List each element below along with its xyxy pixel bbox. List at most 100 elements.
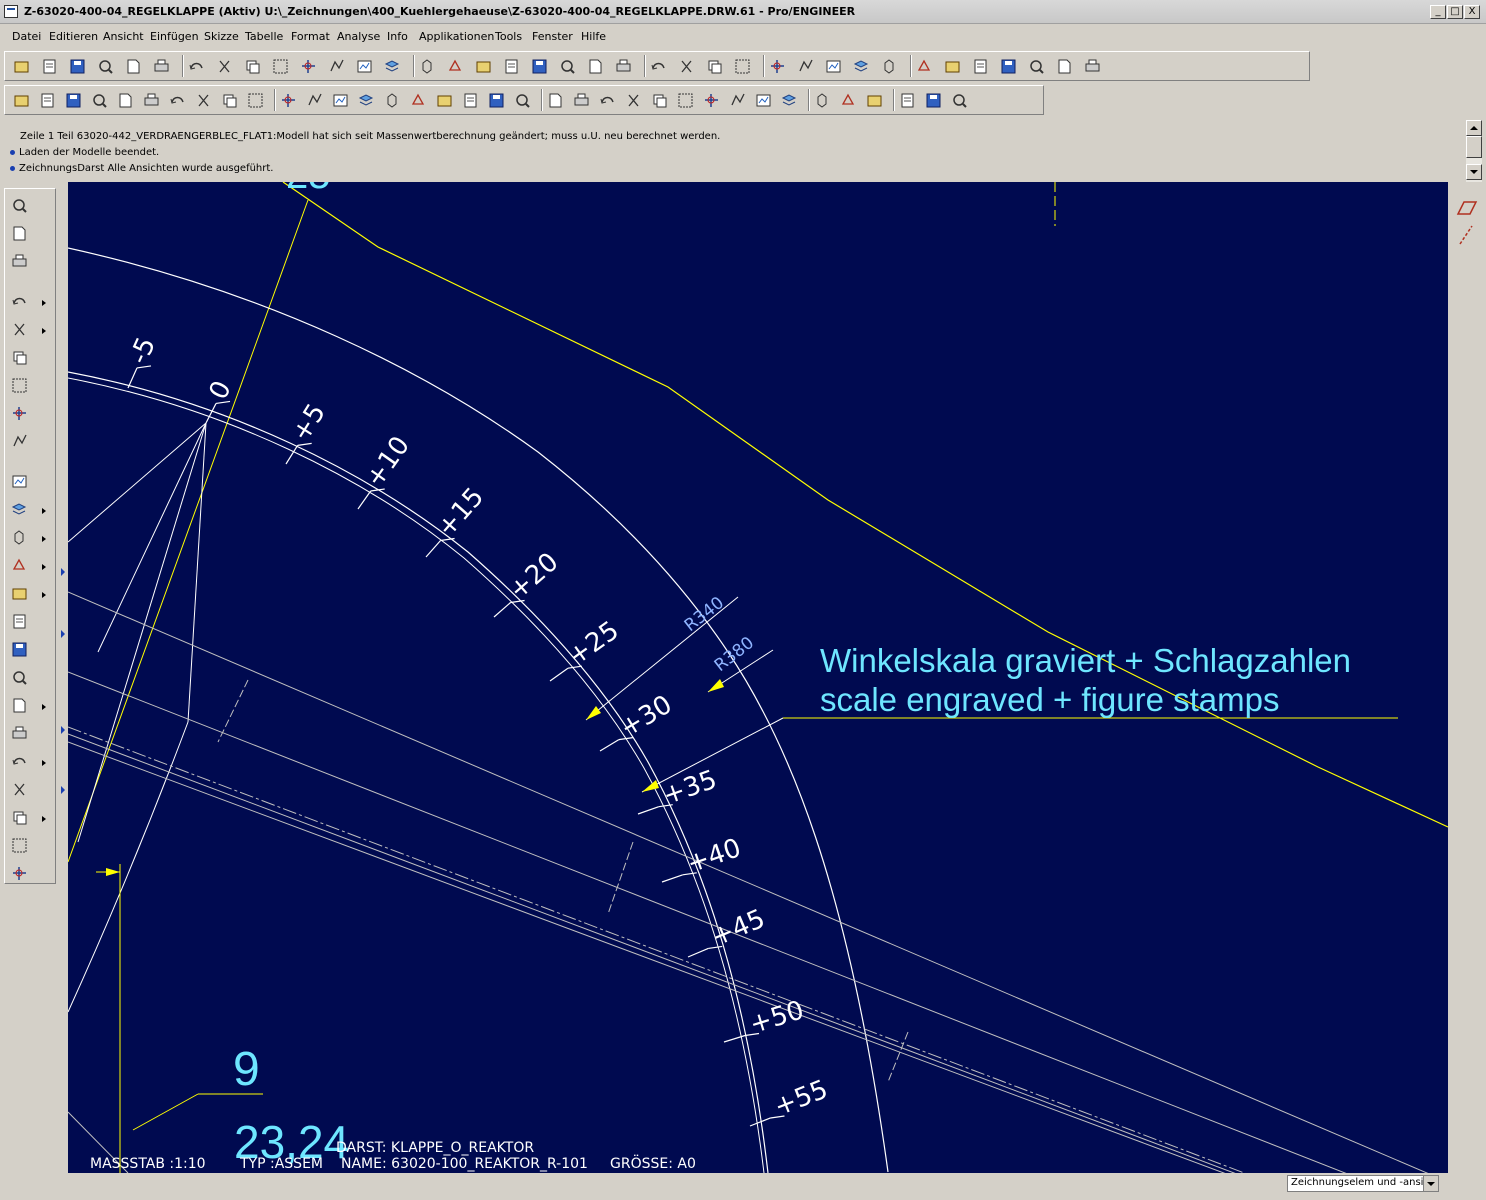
replace-icon[interactable]	[677, 92, 694, 109]
splitter-handle[interactable]	[60, 188, 68, 1174]
menu-einfuegen[interactable]: Einfügen	[150, 30, 199, 43]
menu-hilfe[interactable]: Hilfe	[581, 30, 606, 43]
new-doc-icon[interactable]	[125, 58, 142, 75]
grid-icon[interactable]	[840, 92, 857, 109]
flyout-arrow-icon[interactable]	[42, 328, 46, 334]
datum-axis-icon[interactable]	[825, 58, 842, 75]
delete-dimension-icon[interactable]	[11, 433, 31, 453]
minimize-button[interactable]: _	[1430, 5, 1446, 19]
surface-icon[interactable]	[514, 92, 531, 109]
dimension-auto-icon[interactable]	[11, 225, 31, 245]
scroll-thumb[interactable]	[1466, 136, 1482, 158]
datum-axis-display-icon[interactable]	[1459, 225, 1473, 245]
no-hidden-icon[interactable]	[706, 58, 723, 75]
line-icon[interactable]	[11, 501, 31, 521]
menu-info[interactable]: Info	[387, 30, 408, 43]
zoom-in-icon[interactable]	[503, 58, 520, 75]
flyout-arrow-icon[interactable]	[42, 592, 46, 598]
menu-tabelle[interactable]: Tabelle	[245, 30, 283, 43]
flyout-arrow-icon[interactable]	[42, 300, 46, 306]
check-draw-icon[interactable]	[221, 92, 238, 109]
flyout-arrow-icon[interactable]	[42, 704, 46, 710]
sheet-icon[interactable]	[13, 92, 30, 109]
offset-icon[interactable]	[11, 669, 31, 689]
ordinate-dimension-icon[interactable]	[11, 321, 31, 341]
orient-icon[interactable]	[475, 58, 492, 75]
copy-icon[interactable]	[300, 58, 317, 75]
repaint-icon[interactable]	[419, 58, 436, 75]
zoom-out-icon[interactable]	[531, 58, 548, 75]
app-icon[interactable]	[4, 5, 18, 18]
flyout-arrow-icon[interactable]	[42, 816, 46, 822]
context-help-icon[interactable]	[916, 58, 933, 75]
E-icon[interactable]	[332, 92, 349, 109]
open-icon[interactable]	[13, 58, 30, 75]
close-window-icon[interactable]	[1056, 58, 1073, 75]
break-icon[interactable]	[169, 92, 186, 109]
list-doc-icon[interactable]	[651, 92, 668, 109]
scroll-down-button[interactable]	[1466, 164, 1482, 180]
baseline-icon[interactable]	[11, 405, 31, 425]
mirror-icon[interactable]	[11, 725, 31, 745]
menu-format[interactable]: Format	[291, 30, 330, 43]
menu-fenster[interactable]: Fenster	[532, 30, 573, 43]
spin-center-icon[interactable]	[447, 58, 464, 75]
cut-icon[interactable]	[272, 58, 289, 75]
counter-icon[interactable]	[951, 92, 968, 109]
menu-applikationen[interactable]: Applikationen	[419, 30, 494, 43]
spline-icon[interactable]	[11, 613, 31, 633]
refresh-icon[interactable]	[866, 92, 883, 109]
relate-icon[interactable]	[11, 865, 31, 885]
search-icon[interactable]	[703, 92, 720, 109]
fillet-icon[interactable]	[11, 585, 31, 605]
align-icon[interactable]	[410, 92, 427, 109]
text-icon[interactable]	[625, 92, 642, 109]
datum-plane-display-icon[interactable]	[1456, 201, 1478, 215]
paste-special-icon[interactable]	[328, 58, 345, 75]
scroll-up-button[interactable]	[1466, 120, 1482, 136]
table-draw-icon[interactable]	[91, 92, 108, 109]
print-icon[interactable]	[153, 58, 170, 75]
tree-icon[interactable]	[755, 92, 772, 109]
flyout-arrow-icon[interactable]	[42, 536, 46, 542]
finish-icon[interactable]	[488, 92, 505, 109]
paste-icon[interactable]	[188, 58, 205, 75]
link-icon[interactable]	[436, 92, 453, 109]
close-button[interactable]: X	[1464, 5, 1480, 19]
find-icon[interactable]	[356, 58, 373, 75]
note-box-icon[interactable]	[573, 92, 590, 109]
format-icon[interactable]	[729, 92, 746, 109]
maximize-button[interactable]: □	[1447, 5, 1463, 19]
coord-sys-icon[interactable]	[881, 58, 898, 75]
menu-tools[interactable]: Tools	[495, 30, 522, 43]
table-icon[interactable]	[65, 92, 82, 109]
menu-datei[interactable]: Datei	[12, 30, 41, 43]
redo-icon[interactable]	[244, 58, 261, 75]
menu-editieren[interactable]: Editieren	[49, 30, 98, 43]
show-remove-icon[interactable]	[280, 92, 297, 109]
notes-icon[interactable]	[599, 92, 616, 109]
frame-icon[interactable]	[143, 92, 160, 109]
tolerance-value-icon[interactable]	[1000, 58, 1017, 75]
refit-icon[interactable]	[559, 58, 576, 75]
reference-dimension-icon[interactable]	[11, 349, 31, 369]
selection-filter-dropdown[interactable]: Zeichnungselem und -ansic	[1287, 1175, 1439, 1192]
edit-icon[interactable]	[1084, 58, 1101, 75]
trim-icon[interactable]	[11, 753, 31, 773]
new-icon[interactable]	[41, 58, 58, 75]
menu-skizze[interactable]: Skizze	[204, 30, 239, 43]
drawing-R-icon[interactable]	[39, 92, 56, 109]
insert-view-icon[interactable]	[11, 197, 31, 217]
select-box-icon[interactable]	[384, 58, 401, 75]
dimension-icon[interactable]	[11, 293, 31, 313]
layers-icon[interactable]	[615, 58, 632, 75]
drawing-canvas[interactable]: -5 0 +5 +10 +15 +20 +25 +30 +35 +40 +45 +50 +55 R340…	[68, 182, 1448, 1173]
rectangle-icon[interactable]	[11, 697, 31, 717]
view-manager-icon[interactable]	[587, 58, 604, 75]
group-icon[interactable]	[11, 809, 31, 829]
hidden-line-icon[interactable]	[678, 58, 695, 75]
undo-icon[interactable]	[216, 58, 233, 75]
regen-icon[interactable]	[925, 92, 942, 109]
dimension-tolerance-icon[interactable]	[972, 58, 989, 75]
print-preview-icon[interactable]	[899, 92, 916, 109]
